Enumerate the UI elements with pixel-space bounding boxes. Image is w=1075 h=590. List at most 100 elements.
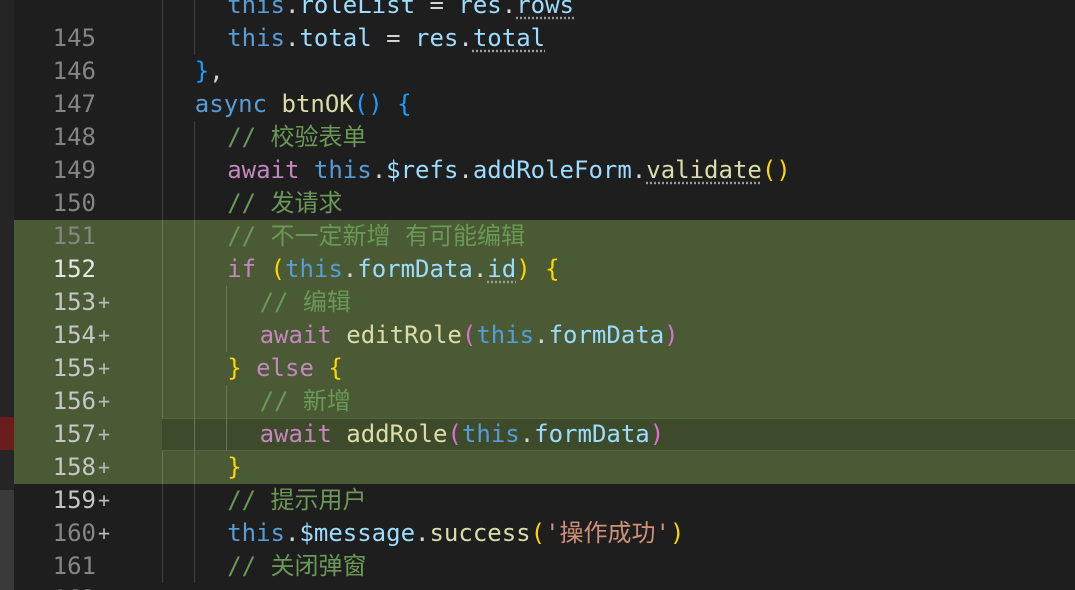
code-text: // 新增 — [130, 385, 351, 418]
line-number: 146 — [52, 57, 96, 85]
token-await: await — [259, 420, 332, 448]
code-text: this.$message.success('操作成功') — [130, 517, 684, 550]
token-editrole: editRole — [346, 321, 462, 349]
code-text: // 提示用户 — [130, 484, 367, 517]
token-paren: ( — [270, 255, 285, 283]
token-paren: ) — [516, 255, 531, 283]
token-dot: . — [458, 24, 473, 52]
token-paren: ) — [649, 420, 665, 448]
code-text: async btnOK() { — [130, 88, 412, 121]
code-text: // 不一定新增 有可能编辑 — [130, 220, 525, 253]
code-line-149[interactable]: 149 // 校验表单 — [14, 121, 1075, 184]
code-line-146[interactable]: 146 this.total = res.total — [14, 22, 1075, 85]
code-text: // 编辑 — [130, 286, 351, 319]
line-number: 151 — [52, 222, 96, 250]
code-lines[interactable]: 145 this.roleList = res.rows 146 this.to… — [14, 0, 1075, 590]
code-text: if (this.formData.id) { — [130, 253, 559, 286]
code-line-154[interactable]: 154 + // 编辑 — [14, 286, 1075, 380]
token-btnok: btnOK — [281, 90, 354, 118]
token-paren: ( — [447, 420, 462, 448]
added-line-marker: + — [98, 356, 111, 380]
code-text: await this.$refs.addRoleForm.validate() — [130, 154, 791, 187]
code-line-158[interactable]: 158 + await addRole(this.formData) — [14, 418, 1075, 512]
token-total: total — [472, 24, 546, 52]
code-line-147[interactable]: 147 }, — [14, 55, 1075, 118]
code-line-148[interactable]: 148 async btnOK() { — [14, 88, 1075, 151]
code-text: await addRole(this.formData) — [130, 418, 665, 451]
code-text: // 发请求 — [130, 187, 343, 220]
token-dot: . — [501, 0, 517, 19]
token-dot: . — [342, 255, 358, 283]
code-editor[interactable]: 145 this.roleList = res.rows 146 this.to… — [0, 0, 1075, 590]
code-line-150[interactable]: 150 await this.$refs.addRoleForm.validat… — [14, 154, 1075, 217]
token-brace: } — [194, 57, 210, 85]
token-formdata: formData — [357, 255, 473, 283]
code-text: this.roleList = res.rows — [130, 0, 574, 22]
code-text: } else { — [130, 352, 343, 385]
token-total: total — [299, 24, 372, 52]
token-await: await — [259, 321, 332, 349]
token-this: this — [227, 24, 285, 52]
token-refs: $refs — [386, 156, 459, 184]
token-comment: // 不一定新增 有可能编辑 — [227, 222, 525, 250]
token-assign: = — [415, 0, 459, 19]
token-this: this — [461, 420, 520, 448]
token-comment: // 发请求 — [227, 189, 343, 217]
line-number: 150 — [52, 189, 96, 217]
token-dot: . — [519, 420, 535, 448]
code-line-160[interactable]: 160 // 提示用户 — [14, 484, 1075, 547]
token-dot: . — [415, 519, 430, 547]
token-paren: ( — [530, 519, 546, 547]
code-text: // 校验表单 — [130, 121, 366, 154]
added-line-marker: + — [98, 455, 111, 479]
line-number: 157 — [52, 420, 96, 448]
token-formdata: formData — [548, 321, 665, 349]
token-this: this — [313, 156, 372, 184]
token-comment: // 编辑 — [259, 288, 351, 316]
token-dot: . — [284, 24, 300, 52]
minimap-scroll-thumb[interactable] — [0, 490, 14, 590]
token-dot: . — [284, 0, 300, 19]
token-comment: // 提示用户 — [227, 486, 367, 514]
token-addrole: addRole — [346, 420, 448, 448]
code-line-155[interactable]: 155 + await editRole(this.formData) — [14, 319, 1075, 413]
token-addroleform: addRoleForm — [472, 156, 632, 184]
editor-left-strip — [0, 0, 14, 590]
token-dot: . — [534, 321, 549, 349]
token-brace: } — [227, 354, 242, 382]
token-brace: } — [227, 453, 242, 481]
code-text: }, — [130, 55, 224, 88]
token-comment: // 新增 — [259, 387, 351, 415]
code-line-159[interactable]: 159 + } — [14, 451, 1075, 545]
code-text: await editRole(this.formData) — [130, 319, 679, 352]
added-line-marker: + — [98, 323, 111, 347]
token-rolelist: roleList — [299, 0, 416, 19]
token-brace: { — [397, 90, 412, 118]
code-line-157[interactable]: 157 + // 新增 — [14, 385, 1075, 479]
code-line-145[interactable]: 145 this.roleList = res.rows — [14, 0, 1075, 52]
code-line-151[interactable]: 151 // 发请求 — [14, 187, 1075, 250]
token-async: async — [194, 90, 268, 118]
token-else: else — [256, 354, 314, 382]
code-line-156[interactable]: 156 + } else { — [14, 352, 1075, 446]
line-number: 155 — [52, 354, 96, 382]
code-line-153[interactable]: 153 + if (this.formData.id) { — [14, 253, 1075, 347]
line-number: 145 — [52, 24, 96, 52]
line-number: 152 — [52, 255, 96, 283]
line-number: 154 — [52, 321, 96, 349]
added-line-marker: + — [98, 389, 111, 413]
code-line-162[interactable]: 162 // 关闭弹窗 — [14, 550, 1075, 590]
token-dot: . — [371, 156, 387, 184]
code-text: // 关闭弹窗 — [130, 550, 366, 583]
code-line-161[interactable]: 161 this.$message.success('操作成功') — [14, 517, 1075, 580]
code-line-152[interactable]: 152 + // 不一定新增 有可能编辑 — [14, 220, 1075, 314]
